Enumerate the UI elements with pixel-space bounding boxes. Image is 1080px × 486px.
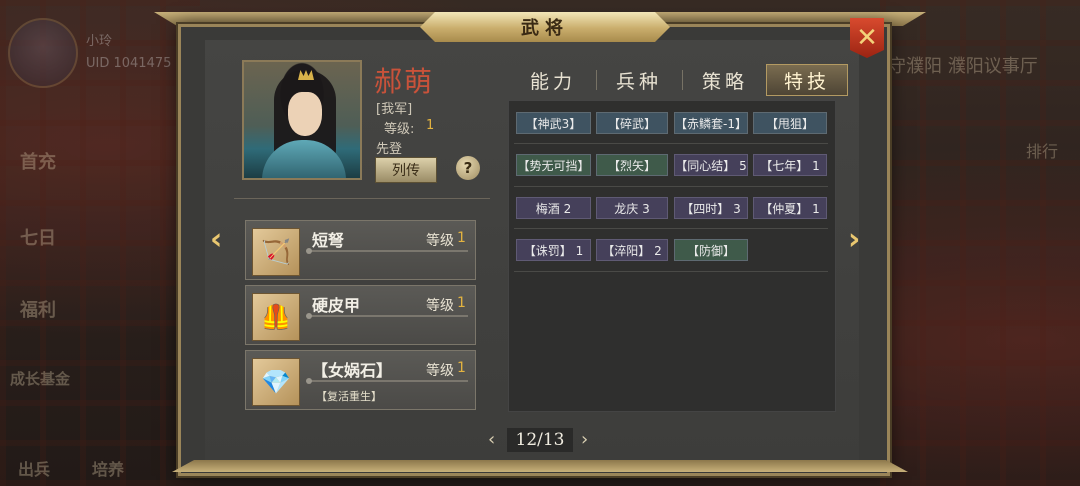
crossbow-icon: 🏹 — [252, 228, 300, 276]
row-divider — [514, 271, 828, 272]
next-hero-arrow-icon[interactable]: › — [848, 222, 860, 257]
equipment-level-label: 等级 — [426, 233, 454, 249]
help-icon[interactable]: ? — [456, 156, 480, 180]
equipment-slot-treasure[interactable]: 💎 【女娲石】 等级 1 【复活重生】 — [245, 350, 476, 410]
player-uid: UID 1041475 — [86, 56, 172, 71]
skill-chip[interactable]: 【四时】 3 — [674, 197, 748, 219]
tab-troops[interactable]: 兵种 — [598, 64, 680, 96]
side-menu-welfare[interactable]: 福利 — [20, 296, 56, 322]
skill-chip[interactable]: 【势无可挡】 — [516, 154, 591, 176]
armor-icon: 🦺 — [252, 293, 300, 341]
gem-icon: 💎 — [252, 358, 300, 406]
row-divider — [514, 143, 828, 144]
skill-chip[interactable]: 【赤鳞套-1】 — [674, 112, 748, 134]
skill-chip[interactable]: 【同心结】 5 — [674, 154, 748, 176]
tab-skills[interactable]: 特技 — [766, 64, 848, 96]
skill-chip[interactable]: 【神武3】 — [516, 112, 591, 134]
equipment-level-value: 1 — [457, 230, 466, 246]
hero-portrait — [242, 60, 362, 180]
skill-chip[interactable]: 梅酒 2 — [516, 197, 591, 219]
equipment-level-value: 1 — [457, 295, 466, 311]
row-divider — [514, 186, 828, 187]
bottom-menu-train[interactable]: 培养 — [92, 456, 124, 480]
equipment-divider — [306, 378, 468, 384]
hero-class: 先登 — [376, 142, 403, 157]
hero-name: 郝萌 — [374, 65, 435, 98]
skill-chip[interactable]: 【防御】 — [674, 239, 748, 261]
player-name: 小玲 — [86, 34, 113, 49]
equipment-level-value: 1 — [457, 360, 466, 376]
tab-separator — [682, 70, 683, 90]
page-prev-icon[interactable]: ‹ — [488, 429, 495, 450]
skill-chip[interactable]: 【仲夏】 1 — [753, 197, 827, 219]
prev-hero-arrow-icon[interactable]: ‹ — [210, 222, 222, 257]
hero-level-value: 1 — [426, 118, 435, 133]
skill-chip[interactable]: 龙庆 3 — [596, 197, 668, 219]
skill-chip[interactable]: 【甩狙】 — [753, 112, 827, 134]
close-button[interactable]: ✕ — [850, 18, 884, 58]
side-menu-first-charge[interactable]: 首充 — [20, 148, 56, 174]
page-next-icon[interactable]: › — [581, 429, 588, 450]
divider — [234, 198, 490, 199]
skill-chip[interactable]: 【碎武】 — [596, 112, 668, 134]
hero-level-label: 等级: — [384, 122, 415, 137]
window-title-plate: 武将 — [420, 12, 670, 42]
tab-ability[interactable]: 能力 — [512, 64, 594, 96]
portrait-face — [288, 92, 322, 136]
page-indicator: 12/13 — [507, 428, 573, 452]
skill-chip[interactable]: 【诛罚】 1 — [516, 239, 591, 261]
equipment-effect: 【复活重生】 — [316, 390, 382, 403]
location-label: 守濮阳 濮阳议事厅 — [888, 56, 1038, 77]
player-avatar[interactable] — [8, 18, 78, 88]
equipment-slot-crossbow[interactable]: 🏹 短弩 等级 1 — [245, 220, 476, 280]
skill-chip[interactable]: 【七年】 1 — [753, 154, 827, 176]
biography-button[interactable]: 列传 — [375, 157, 437, 183]
tab-separator — [596, 70, 597, 90]
equipment-slot-armor[interactable]: 🦺 硬皮甲 等级 1 — [245, 285, 476, 345]
rank-button[interactable]: 排行 — [1026, 138, 1058, 162]
side-menu-growth-fund[interactable]: 成长基金 — [10, 368, 70, 389]
equipment-level-label: 等级 — [426, 298, 454, 314]
equipment-name: 【女娲石】 — [312, 361, 393, 380]
bottom-menu-dispatch[interactable]: 出兵 — [18, 456, 50, 480]
equipment-divider — [306, 248, 468, 254]
skill-chip[interactable]: 【烈矢】 — [596, 154, 668, 176]
equipment-level-label: 等级 — [426, 363, 454, 379]
tab-strategy[interactable]: 策略 — [684, 64, 766, 96]
side-menu-seven-days[interactable]: 七日 — [20, 224, 56, 250]
portrait-crown — [298, 70, 314, 80]
equipment-divider — [306, 313, 468, 319]
equipment-name: 短弩 — [312, 231, 345, 250]
row-divider — [514, 228, 828, 229]
window-title: 武将 — [521, 18, 569, 39]
tab-bar: 能力 兵种 策略 特技 — [512, 64, 852, 96]
hero-faction: [我军] — [376, 102, 413, 117]
skill-chip[interactable]: 【淬阳】 2 — [596, 239, 668, 261]
close-icon: ✕ — [856, 23, 878, 53]
window-frame-bottom — [172, 460, 908, 472]
equipment-name: 硬皮甲 — [312, 296, 361, 315]
